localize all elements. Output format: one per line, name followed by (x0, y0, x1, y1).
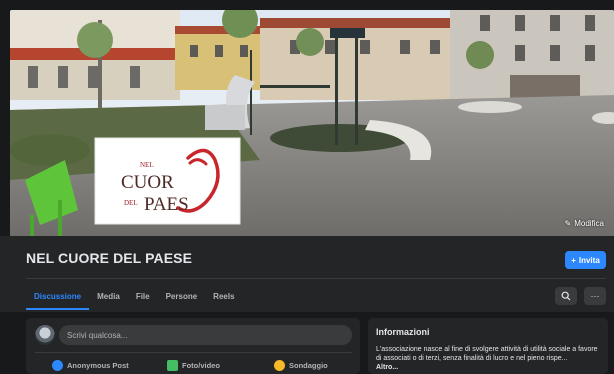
tab-reels[interactable]: Reels (205, 286, 242, 310)
composer-divider (35, 352, 352, 353)
info-panel: Informazioni L'associazione nasce al fin… (368, 318, 608, 374)
anonymous-post-label: Anonymous Post (67, 361, 129, 370)
svg-text:NEL: NEL (140, 161, 154, 169)
more-options-button[interactable]: ··· (584, 287, 606, 305)
info-more-link[interactable]: Altro... (376, 364, 398, 371)
group-logo: NEL CUOR DEL PAES (94, 137, 241, 225)
write-something-input[interactable]: Scrivi qualcosa... (59, 325, 352, 345)
tab-persone[interactable]: Persone (158, 286, 206, 310)
invite-label: Invita (578, 255, 600, 265)
poll-label: Sondaggio (289, 361, 328, 370)
poll-button[interactable]: Sondaggio (274, 360, 328, 371)
photo-video-button[interactable]: Foto/video (167, 360, 220, 371)
poll-icon (274, 360, 285, 371)
search-icon (561, 291, 571, 301)
group-tabs: Discussione Media File Persone Reels (26, 286, 243, 310)
header-divider (26, 278, 606, 279)
pencil-icon: ✎ (564, 219, 572, 228)
svg-text:CUOR: CUOR (121, 172, 174, 193)
post-composer: Scrivi qualcosa... Anonymous Post Foto/v… (26, 318, 360, 374)
anonymous-post-icon (52, 360, 63, 371)
edit-cover-button[interactable]: ✎ Modifica (565, 219, 605, 228)
svg-text:PAES: PAES (144, 194, 189, 215)
avatar[interactable] (35, 325, 55, 345)
photo-video-label: Foto/video (182, 361, 220, 370)
anonymous-post-button[interactable]: Anonymous Post (52, 360, 129, 371)
plus-icon: + (571, 255, 576, 265)
photo-video-icon (167, 360, 178, 371)
edit-cover-label: Modifica (574, 219, 604, 228)
more-icon: ··· (590, 291, 600, 301)
info-title: Informazioni (376, 327, 430, 337)
tab-media[interactable]: Media (89, 286, 128, 310)
tab-file[interactable]: File (128, 286, 158, 310)
group-cover-photo[interactable]: NEL CUOR DEL PAES ✎ Modifica (10, 10, 614, 236)
info-description: L'associazione nasce al fine di svolgere… (376, 346, 598, 362)
tab-tools: ··· (555, 287, 606, 305)
cover-image: NEL CUOR DEL PAES (10, 10, 614, 236)
search-button[interactable] (555, 287, 577, 305)
invite-button[interactable]: + Invita (565, 251, 606, 269)
svg-text:DEL: DEL (124, 199, 138, 207)
group-title: NEL CUORE DEL PAESE (26, 250, 193, 266)
tab-discussione[interactable]: Discussione (26, 286, 90, 310)
